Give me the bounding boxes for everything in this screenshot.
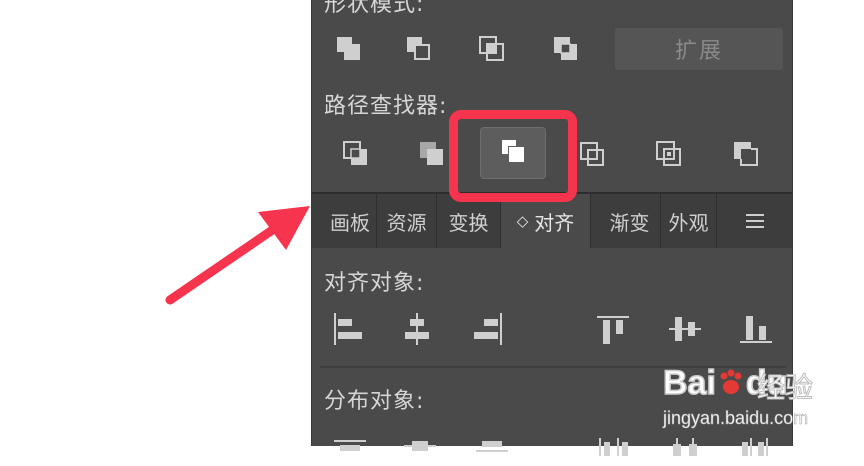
tab-appearance[interactable]: 外观	[661, 194, 717, 248]
intersect-icon[interactable]	[472, 29, 512, 69]
tab-artboards[interactable]: 画板	[324, 194, 377, 248]
align-bottom-icon[interactable]	[736, 309, 776, 349]
exclude-icon[interactable]	[546, 29, 586, 69]
align-top-icon[interactable]	[593, 309, 633, 349]
panel-tabbar: 画板 资源 变换 ◇ 对齐 渐变 外观	[312, 192, 792, 248]
tab-gradient[interactable]: 渐变	[599, 194, 661, 248]
unite-icon[interactable]	[329, 29, 369, 69]
trim-icon[interactable]	[412, 134, 452, 174]
distribute-top-icon[interactable]	[330, 426, 370, 466]
tab-align-label: 对齐	[534, 210, 575, 235]
minus-back-icon[interactable]	[726, 134, 766, 174]
chevron-updown-icon: ◇	[516, 212, 529, 230]
distribute-v-center-icon[interactable]	[400, 426, 440, 466]
minus-front-icon[interactable]	[399, 29, 439, 69]
divide-icon[interactable]	[336, 134, 376, 174]
merge-icon	[498, 136, 528, 170]
align-h-center-icon[interactable]	[397, 309, 437, 349]
distribute-objects-title: 分布对象:	[324, 389, 425, 414]
crop-icon[interactable]	[572, 134, 612, 174]
paw-icon	[716, 368, 746, 398]
align-right-icon[interactable]	[469, 309, 509, 349]
expand-button[interactable]: 扩展	[615, 28, 783, 70]
outline-icon[interactable]	[649, 134, 689, 174]
distribute-left-icon[interactable]	[593, 426, 633, 466]
align-left-icon[interactable]	[327, 309, 367, 349]
baidu-jingyan-watermark: Bai du 经验 jingyan.baidu.com	[662, 352, 863, 446]
merge-button[interactable]	[480, 127, 546, 179]
watermark-url: jingyan.baidu.com	[663, 408, 809, 429]
pathfinder-title: 路径查找器:	[324, 94, 448, 119]
tab-align[interactable]: ◇ 对齐	[501, 194, 591, 248]
jingyan-label: 经验	[756, 371, 814, 405]
distribute-bottom-icon[interactable]	[472, 426, 512, 466]
shape-modes-title: 形状模式:	[324, 0, 425, 17]
tab-transform[interactable]: 变换	[437, 194, 501, 248]
tab-assets[interactable]: 资源	[377, 194, 437, 248]
align-objects-title: 对齐对象:	[324, 271, 425, 296]
align-v-center-icon[interactable]	[665, 309, 705, 349]
panel-menu-icon[interactable]	[717, 194, 792, 248]
